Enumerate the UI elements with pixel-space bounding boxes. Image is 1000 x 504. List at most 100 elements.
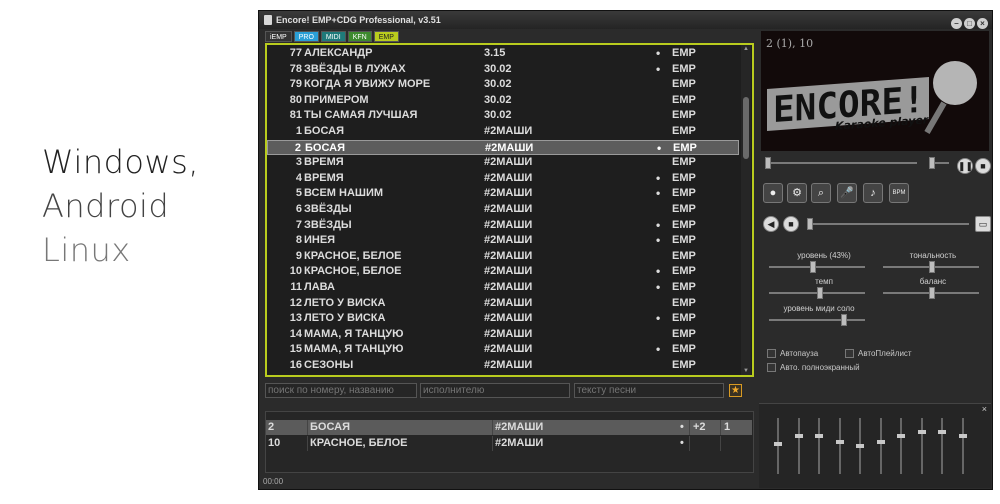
song-format: EMP (672, 156, 696, 169)
maximize-icon[interactable]: □ (964, 18, 975, 29)
song-row[interactable]: 16 СЕЗОНЫ #2МАШИ EMP (267, 358, 739, 374)
close-icon[interactable]: × (977, 18, 988, 29)
song-row[interactable]: 9 КРАСНОЕ, БЕЛОЕ #2МАШИ EMP (267, 249, 739, 265)
playlist-queue[interactable]: 2 БОСАЯ #2МАШИ • +2 1 10 КРАСНОЕ, БЕЛОЕ #2МАШИ • (265, 411, 754, 473)
song-number: 2 (294, 141, 301, 154)
stop-icon[interactable]: ■ (975, 158, 991, 174)
song-row[interactable]: 12 ЛЕТО У ВИСКА #2МАШИ EMP (267, 296, 739, 312)
eq-band-knob[interactable] (835, 440, 844, 444)
search-icon[interactable]: ⌕ (811, 183, 831, 203)
song-row[interactable]: 5 ВСЕМ НАШИМ #2МАШИ • EMP (267, 186, 739, 202)
eq-band-slider[interactable] (920, 418, 923, 474)
eq-band-slider[interactable] (879, 418, 882, 474)
eq-band-knob[interactable] (958, 434, 967, 438)
favorites-star-icon[interactable]: ★ (729, 384, 742, 397)
eq-band-knob[interactable] (774, 442, 782, 446)
autoplaylist-label: АвтоПлейлист (858, 349, 912, 358)
song-row[interactable]: 77 АЛЕКСАНДР 3.15 • EMP (267, 46, 739, 62)
eq-band-slider[interactable] (961, 418, 964, 474)
record-icon[interactable]: ● (763, 183, 783, 203)
eq-close-icon[interactable]: × (982, 404, 987, 414)
song-row[interactable]: 80 ПРИМЕРОМ 30.02 EMP (267, 93, 739, 109)
autofullscreen-box[interactable] (767, 363, 776, 373)
queue-row[interactable]: 10 КРАСНОЕ, БЕЛОЕ #2МАШИ • (266, 436, 752, 451)
eq-band-knob[interactable] (876, 440, 885, 444)
mic-slider[interactable] (807, 223, 969, 225)
key-knob[interactable] (929, 261, 935, 273)
autopause-box[interactable] (767, 349, 776, 359)
song-row[interactable]: 2 БОСАЯ #2МАШИ • EMP (267, 139, 739, 156)
equalizer: × (759, 403, 991, 488)
song-number: 16 (289, 359, 302, 371)
eq-band-slider[interactable] (777, 418, 779, 474)
song-row[interactable]: 14 МАМА, Я ТАНЦУЮ #2МАШИ EMP (267, 327, 739, 343)
song-row[interactable]: 7 ЗВЁЗДЫ #2МАШИ • EMP (267, 218, 739, 234)
balance-knob[interactable] (929, 287, 935, 299)
song-format: EMP (672, 296, 696, 309)
eq-band-knob[interactable] (815, 434, 823, 438)
seek-slider[interactable] (767, 162, 917, 164)
song-row[interactable]: 3 ВРЕМЯ #2МАШИ EMP (267, 155, 739, 171)
song-format: EMP (672, 218, 696, 231)
song-row[interactable]: 13 ЛЕТО У ВИСКА #2МАШИ • EMP (267, 311, 739, 327)
tab-kfn[interactable]: KFN (347, 31, 372, 42)
search-by-artist-input[interactable] (420, 383, 570, 398)
eq-band-slider[interactable] (818, 418, 820, 474)
midi-solo-slider[interactable] (769, 319, 865, 321)
song-row[interactable]: 15 МАМА, Я ТАНЦУЮ #2МАШИ • EMP (267, 342, 739, 358)
speaker-icon[interactable]: ♪ (863, 183, 883, 203)
tab-midi[interactable]: MIDI (320, 31, 346, 42)
song-row[interactable]: 81 ТЫ САМАЯ ЛУЧШАЯ 30.02 EMP (267, 108, 739, 124)
eq-band-knob[interactable] (897, 434, 905, 438)
song-row[interactable]: 78 ЗВЁЗДЫ В ЛУЖАХ 30.02 • EMP (267, 62, 739, 78)
eq-band-knob[interactable] (794, 434, 803, 438)
queue-row[interactable]: 2 БОСАЯ #2МАШИ • +2 1 (266, 420, 752, 435)
search-by-lyrics-input[interactable] (574, 383, 724, 398)
autoplaylist-checkbox[interactable]: АвтоПлейлист (845, 349, 912, 359)
song-row[interactable]: 4 ВРЕМЯ #2МАШИ • EMP (267, 171, 739, 187)
scroll-down-icon[interactable]: ▼ (742, 368, 750, 374)
tempo-knob[interactable] (817, 287, 823, 299)
song-row[interactable]: 10 КРАСНОЕ, БЕЛОЕ #2МАШИ • EMP (267, 264, 739, 280)
eq-band-knob[interactable] (938, 430, 946, 434)
eq-band-slider[interactable] (941, 418, 943, 474)
chat-icon[interactable]: ▭ (975, 216, 991, 232)
tab-emp[interactable]: EMP (373, 31, 399, 42)
bpm-icon[interactable]: BPM (889, 183, 909, 203)
eq-band-knob[interactable] (856, 444, 864, 448)
scroll-up-icon[interactable]: ▲ (742, 46, 750, 52)
gear-icon[interactable]: ⚙ (787, 183, 807, 203)
song-list[interactable]: 16 СЕЗОНЫ #2МАШИ EMP 15 МАМА, Я ТАНЦУЮ #2МАШИ •… (265, 43, 754, 377)
eq-band-knob[interactable] (917, 430, 926, 434)
tab-pro[interactable]: PRO (293, 31, 319, 42)
pause-icon[interactable]: ❚❚ (957, 158, 973, 174)
mic-knob[interactable] (807, 218, 813, 230)
level-slider[interactable] (769, 266, 865, 268)
eq-band-slider[interactable] (797, 418, 800, 474)
level-knob[interactable] (810, 261, 817, 273)
search-by-number-input[interactable] (265, 383, 417, 398)
song-row[interactable]: 8 ИНЕЯ #2МАШИ • EMP (267, 233, 739, 249)
stop-small-icon[interactable]: ■ (783, 216, 799, 232)
volume-mini-knob[interactable] (929, 157, 935, 169)
scrollbar-thumb[interactable] (743, 97, 749, 159)
song-row[interactable]: 11 ЛАВА #2МАШИ • EMP (267, 280, 739, 296)
queue-title: БОСАЯ (307, 420, 495, 435)
song-number: 13 (289, 312, 302, 325)
song-row[interactable]: 1 БОСАЯ #2МАШИ EMP (267, 124, 739, 140)
song-list-scrollbar[interactable]: ▲ ▼ (741, 45, 751, 375)
autopause-checkbox[interactable]: Автопауза (767, 349, 818, 359)
song-artist: #2МАШИ (485, 141, 534, 154)
midi-solo-knob[interactable] (841, 314, 847, 326)
song-row[interactable]: 79 КОГДА Я УВИЖУ МОРЕ 30.02 EMP (267, 77, 739, 93)
minimize-icon[interactable]: – (951, 18, 962, 29)
microphone-icon[interactable]: 🎤 (837, 183, 857, 203)
seek-knob[interactable] (765, 157, 771, 169)
eq-band-slider[interactable] (900, 418, 902, 474)
tab-iemp[interactable]: iEMP (265, 31, 292, 42)
autofullscreen-checkbox[interactable]: Авто. полноэкранный (767, 363, 860, 373)
eq-band-slider[interactable] (838, 418, 841, 474)
prev-icon[interactable]: ◀ (763, 216, 779, 232)
song-row[interactable]: 6 ЗВЁЗДЫ #2МАШИ EMP (267, 202, 739, 218)
autoplaylist-box[interactable] (845, 349, 854, 359)
